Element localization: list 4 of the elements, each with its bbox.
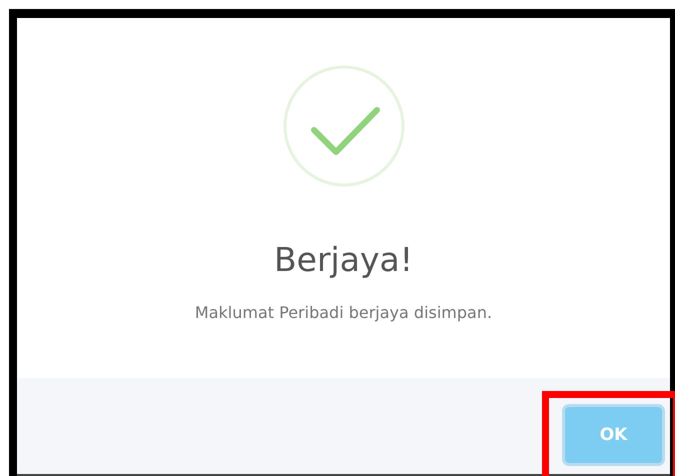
dialog-title: Berjaya! xyxy=(274,240,413,279)
checkmark-icon xyxy=(282,64,406,188)
dialog-message: Maklumat Peribadi berjaya disimpan. xyxy=(194,303,492,322)
ok-button[interactable]: OK xyxy=(562,404,665,466)
